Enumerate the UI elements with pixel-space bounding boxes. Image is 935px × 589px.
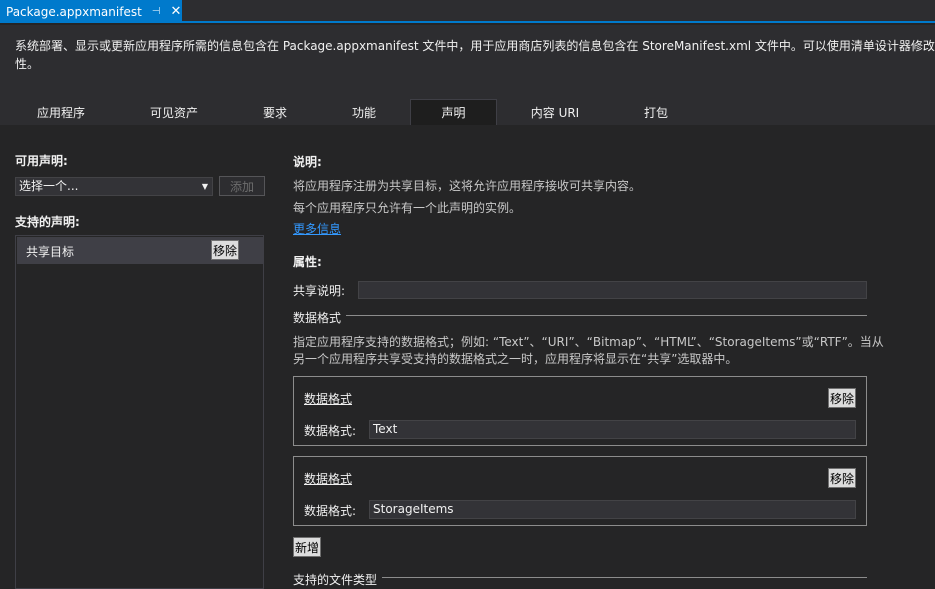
- tab-packaging[interactable]: 打包: [632, 99, 680, 125]
- supported-declarations-list: 共享目标 移除: [15, 235, 264, 589]
- tab-content-uris[interactable]: 内容 URI: [518, 99, 592, 125]
- tab-capabilities[interactable]: 功能: [340, 99, 388, 125]
- available-declarations-label: 可用声明:: [15, 154, 68, 168]
- declaration-select[interactable]: 选择一个... ▼: [15, 177, 213, 196]
- data-format-group: 数据格式 移除 数据格式: StorageItems: [293, 456, 867, 526]
- data-format-help-2: 另一个应用程序共享受支持的数据格式之一时，应用程序将显示在“共享”选取器中。: [293, 352, 738, 366]
- section-divider: [346, 315, 867, 316]
- tab-label: 应用程序: [36, 105, 85, 120]
- file-types-section-title: 支持的文件类型: [293, 573, 378, 587]
- data-format-group: 数据格式 移除 数据格式: Text: [293, 376, 867, 446]
- tab-label: 内容 URI: [530, 105, 580, 120]
- data-format-label: 数据格式:: [304, 504, 357, 518]
- section-divider: [382, 577, 867, 578]
- document-tab-title: Package.appxmanifest: [6, 4, 142, 19]
- tab-application[interactable]: 应用程序: [24, 99, 98, 125]
- more-info-link[interactable]: 更多信息: [293, 220, 341, 237]
- remove-declaration-button[interactable]: 移除: [211, 240, 239, 260]
- description-text-2: 每个应用程序只允许有一个此声明的实例。: [293, 201, 522, 215]
- share-description-label: 共享说明:: [293, 284, 346, 298]
- tab-requirements[interactable]: 要求: [252, 99, 298, 125]
- list-item-share-target[interactable]: 共享目标 移除: [17, 237, 263, 264]
- tab-visual-assets[interactable]: 可见资产: [136, 99, 212, 125]
- pin-icon[interactable]: ⊣: [152, 6, 161, 17]
- add-button-label: 添加: [229, 179, 254, 194]
- remove-format-button[interactable]: 移除: [828, 388, 856, 408]
- description-heading: 说明:: [293, 155, 322, 169]
- declarations-panel: 可用声明: 选择一个... ▼ 添加 支持的声明: 共享目标 移除 说明: 将应…: [0, 125, 935, 589]
- remove-button-label: 移除: [829, 471, 854, 486]
- description-text-1: 将应用程序注册为共享目标，这将允许应用程序接收可共享内容。: [293, 179, 642, 193]
- data-format-label: 数据格式:: [304, 424, 357, 438]
- share-description-input[interactable]: [358, 281, 867, 299]
- data-format-group-title: 数据格式: [304, 392, 353, 406]
- description-line-2: 性。: [15, 57, 40, 71]
- tab-label: 可见资产: [149, 105, 198, 120]
- manifest-description: 系统部署、显示或更新应用程序所需的信息包含在 Package.appxmanif…: [15, 37, 935, 73]
- chevron-down-icon: ▼: [201, 182, 208, 191]
- tab-label: 要求: [262, 105, 287, 120]
- declaration-select-value: 选择一个...: [19, 179, 79, 193]
- add-button[interactable]: 添加: [219, 176, 265, 196]
- tab-label: 功能: [351, 105, 376, 120]
- data-format-value: StorageItems: [373, 502, 454, 516]
- tab-declarations[interactable]: 声明: [410, 99, 497, 125]
- manifest-header: 系统部署、显示或更新应用程序所需的信息包含在 Package.appxmanif…: [0, 25, 935, 125]
- data-format-value: Text: [373, 422, 398, 436]
- tab-label: 声明: [441, 106, 466, 120]
- description-line-1: 系统部署、显示或更新应用程序所需的信息包含在 Package.appxmanif…: [15, 39, 935, 53]
- remove-button-label: 移除: [212, 243, 237, 258]
- list-item-label: 共享目标: [26, 245, 75, 259]
- supported-declarations-label: 支持的声明:: [15, 215, 80, 229]
- remove-button-label: 移除: [829, 391, 854, 406]
- data-format-input[interactable]: Text: [369, 420, 856, 439]
- data-format-input[interactable]: StorageItems: [369, 500, 856, 519]
- data-format-section-title: 数据格式: [293, 311, 342, 325]
- data-format-group-title: 数据格式: [304, 472, 353, 486]
- close-icon[interactable]: ✕: [171, 4, 182, 19]
- add-format-button-label: 新增: [294, 540, 319, 555]
- tab-label: 打包: [643, 105, 668, 120]
- document-tab-strip: Package.appxmanifest ⊣ ✕: [0, 0, 935, 23]
- add-format-button[interactable]: 新增: [293, 537, 321, 557]
- data-format-help-1: 指定应用程序支持的数据格式；例如: “Text”、“URI”、“Bitmap”、…: [293, 335, 884, 349]
- remove-format-button[interactable]: 移除: [828, 468, 856, 488]
- properties-heading: 属性:: [293, 255, 322, 269]
- document-tab[interactable]: Package.appxmanifest ⊣ ✕: [0, 0, 182, 23]
